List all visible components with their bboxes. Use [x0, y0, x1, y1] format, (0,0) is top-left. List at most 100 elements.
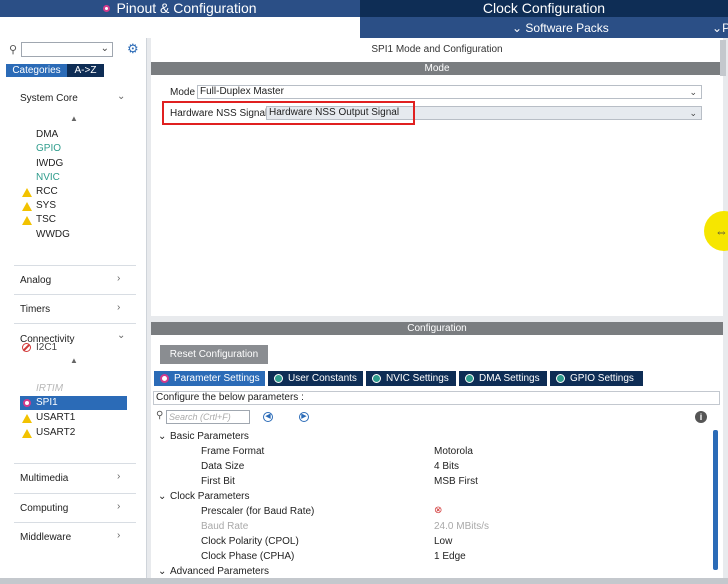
panel-scrollbar[interactable] — [720, 40, 726, 76]
chevron-down-icon: ⌄ — [100, 43, 109, 54]
chevron-down-icon[interactable]: ⌄ — [117, 330, 125, 341]
category-middleware[interactable]: Middleware — [20, 532, 71, 543]
category-search-input[interactable]: ⌄ — [21, 42, 113, 57]
tab-user-constants[interactable]: User Constants — [268, 371, 363, 386]
software-packs-menu[interactable]: ⌄ Software Packs — [512, 18, 609, 38]
tab-gpio-settings[interactable]: GPIO Settings — [550, 371, 643, 386]
check-dot-icon — [556, 374, 565, 383]
vertical-scrollbar[interactable] — [713, 430, 718, 570]
list-item-nvic[interactable]: NVIC — [36, 172, 60, 183]
divider — [14, 265, 136, 266]
parameter-search-input[interactable]: Search (Crtl+F) — [166, 410, 250, 424]
warning-icon — [22, 414, 32, 423]
warning-icon — [22, 188, 32, 197]
collapse-advanced-icon[interactable]: ⌄ — [158, 566, 166, 577]
list-item-sys[interactable]: SYS — [36, 200, 56, 211]
tab-pinout-label: Pinout & Configuration — [116, 0, 257, 16]
category-panel: ⚲ ⌄ ⚙ Categories A->Z System Core ⌄ ▲ DM… — [0, 38, 147, 578]
mode-select[interactable]: Full-Duplex Master ⌄ — [197, 85, 702, 99]
active-dot-icon — [23, 399, 31, 407]
divider — [14, 294, 136, 295]
divider — [14, 522, 136, 523]
tab-clock-configuration[interactable]: Clock Configuration — [360, 0, 728, 17]
category-computing[interactable]: Computing — [20, 503, 68, 514]
info-icon[interactable]: i — [695, 411, 707, 423]
param-name: Frame Format — [201, 446, 265, 457]
search-icon: ⚲ — [156, 410, 164, 421]
check-dot-icon — [274, 374, 283, 383]
list-item-i2c1[interactable]: I2C1 — [36, 342, 57, 353]
list-item-tsc[interactable]: TSC — [36, 214, 56, 225]
param-value[interactable]: 4 Bits — [434, 461, 459, 472]
configure-instructions: Configure the below parameters : — [153, 391, 720, 405]
list-item-spi1-label: SPI1 — [36, 397, 58, 408]
collapse-basic-icon[interactable]: ⌄ — [158, 431, 166, 442]
category-analog[interactable]: Analog — [20, 275, 51, 286]
tab-user-constants-label: User Constants — [288, 373, 357, 384]
tab-pinout-configuration[interactable]: Pinout & Configuration — [0, 0, 360, 17]
chevron-down-icon: ⌄ — [689, 87, 697, 97]
list-item-iwdg[interactable]: IWDG — [36, 158, 63, 169]
list-item-gpio[interactable]: GPIO — [36, 143, 61, 154]
list-item-spi1-selected[interactable]: SPI1 — [20, 396, 127, 410]
search-next-icon[interactable]: ▶ — [299, 412, 309, 422]
group-clock-parameters[interactable]: Clock Parameters — [170, 491, 249, 502]
param-value[interactable]: Low — [434, 536, 452, 547]
group-basic-parameters[interactable]: Basic Parameters — [170, 431, 249, 442]
bottom-status-bar — [0, 578, 728, 584]
param-value[interactable]: Motorola — [434, 446, 473, 457]
tab-nvic-settings[interactable]: NVIC Settings — [366, 371, 456, 386]
category-timers[interactable]: Timers — [20, 304, 50, 315]
chevron-down-icon[interactable]: ⌄ — [117, 91, 125, 102]
param-name: Data Size — [201, 461, 245, 472]
search-icon: ⚲ — [9, 44, 18, 56]
tab-categories[interactable]: Categories — [6, 64, 67, 77]
chevron-right-icon[interactable]: › — [117, 530, 120, 541]
pinout-menu-cut[interactable]: ⌄P — [712, 18, 728, 38]
chevron-down-icon: ⌄ — [712, 21, 723, 35]
mode-section-header: Mode — [151, 62, 723, 75]
param-name: First Bit — [201, 476, 235, 487]
chevron-down-icon: ⌄ — [689, 108, 697, 118]
param-value[interactable]: 1 Edge — [434, 551, 466, 562]
tab-nvic-settings-label: NVIC Settings — [386, 373, 449, 384]
param-name: Clock Polarity (CPOL) — [201, 536, 299, 547]
tab-a-to-z[interactable]: A->Z — [67, 64, 104, 77]
param-name: Prescaler (for Baud Rate) — [201, 506, 315, 517]
mode-panel — [151, 38, 723, 316]
param-value: 24.0 MBits/s — [434, 521, 490, 532]
gear-icon[interactable]: ⚙ — [127, 41, 139, 57]
software-packs-label: Software Packs — [525, 21, 609, 35]
pinout-dot-icon — [103, 5, 111, 12]
reset-configuration-button[interactable]: Reset Configuration — [160, 345, 268, 364]
param-value[interactable]: MSB First — [434, 476, 478, 487]
list-item-irtim[interactable]: IRTIM — [36, 383, 63, 394]
sort-icon[interactable]: ▲ — [70, 356, 78, 365]
list-item-wwdg[interactable]: WWDG — [36, 229, 70, 240]
chevron-right-icon[interactable]: › — [117, 273, 120, 284]
sort-icon[interactable]: ▲ — [70, 114, 78, 123]
divider — [14, 323, 136, 324]
tab-parameter-settings[interactable]: Parameter Settings — [154, 371, 265, 386]
category-multimedia[interactable]: Multimedia — [20, 473, 68, 484]
chevron-right-icon[interactable]: › — [117, 471, 120, 482]
list-item-usart1[interactable]: USART1 — [36, 412, 75, 423]
divider — [14, 493, 136, 494]
list-item-rcc[interactable]: RCC — [36, 186, 58, 197]
group-advanced-parameters[interactable]: Advanced Parameters — [170, 566, 269, 576]
list-item-usart2[interactable]: USART2 — [36, 427, 75, 438]
chevron-right-icon[interactable]: › — [117, 302, 120, 313]
tab-dma-settings-label: DMA Settings — [479, 373, 540, 384]
highlight-box — [162, 101, 415, 125]
param-name: Baud Rate — [201, 521, 249, 532]
tab-parameter-settings-label: Parameter Settings — [174, 373, 260, 384]
active-dot-icon — [160, 374, 169, 383]
category-system-core[interactable]: System Core — [20, 93, 78, 104]
collapse-clock-icon[interactable]: ⌄ — [158, 491, 166, 502]
chevron-right-icon[interactable]: › — [117, 501, 120, 512]
list-item-dma[interactable]: DMA — [36, 129, 58, 140]
search-prev-icon[interactable]: ◀ — [263, 412, 273, 422]
check-dot-icon — [465, 374, 474, 383]
tab-dma-settings[interactable]: DMA Settings — [459, 371, 547, 386]
param-error-icon[interactable]: ⊗ — [434, 505, 442, 516]
